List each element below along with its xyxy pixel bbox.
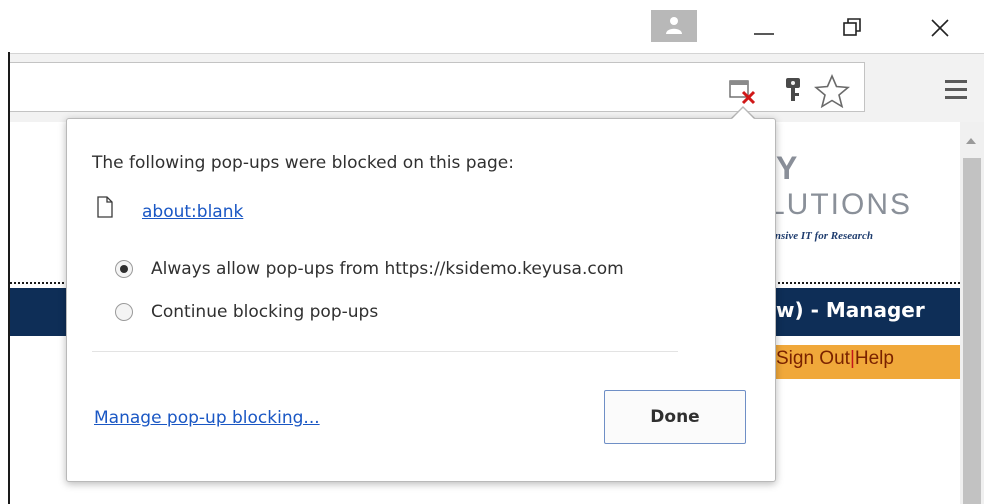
banner-title: w) - Manager: [776, 298, 925, 322]
option-label: Continue blocking pop-ups: [151, 302, 379, 322]
minimize-icon[interactable]: [750, 14, 778, 42]
profile-avatar-icon[interactable]: [651, 10, 697, 42]
logo-fragment: Y: [776, 150, 798, 186]
done-button[interactable]: Done: [604, 390, 746, 444]
option-always-allow[interactable]: Always allow pop-ups from https://ksidem…: [115, 256, 624, 282]
manage-popup-blocking-link[interactable]: Manage pop-up blocking...: [94, 408, 320, 428]
close-icon[interactable]: [926, 14, 954, 42]
help-link[interactable]: Help: [855, 348, 894, 369]
scroll-up-icon[interactable]: [966, 138, 976, 144]
radio-button[interactable]: [115, 303, 133, 321]
blocked-popup-link[interactable]: about:blank: [142, 202, 243, 222]
menu-icon[interactable]: [945, 80, 967, 100]
bubble-heading: The following pop-ups were blocked on th…: [92, 153, 514, 173]
restore-icon[interactable]: [838, 14, 866, 42]
user-nav-links: Sign Out|Help: [776, 348, 894, 370]
scrollbar-thumb[interactable]: [963, 158, 981, 504]
sign-out-link[interactable]: Sign Out: [776, 348, 850, 369]
logo-tagline: ensive IT for Research: [770, 230, 873, 242]
option-label: Always allow pop-ups from https://ksidem…: [151, 259, 624, 279]
bubble-divider: [92, 351, 678, 352]
bubble-arrow-fill: [731, 108, 755, 120]
logo-fragment: LUTIONS: [768, 188, 913, 221]
star-icon[interactable]: [813, 73, 851, 112]
radio-button-selected[interactable]: [115, 260, 133, 278]
option-continue-blocking[interactable]: Continue blocking pop-ups: [115, 299, 378, 325]
document-icon: [96, 196, 114, 222]
key-icon[interactable]: [784, 76, 802, 108]
